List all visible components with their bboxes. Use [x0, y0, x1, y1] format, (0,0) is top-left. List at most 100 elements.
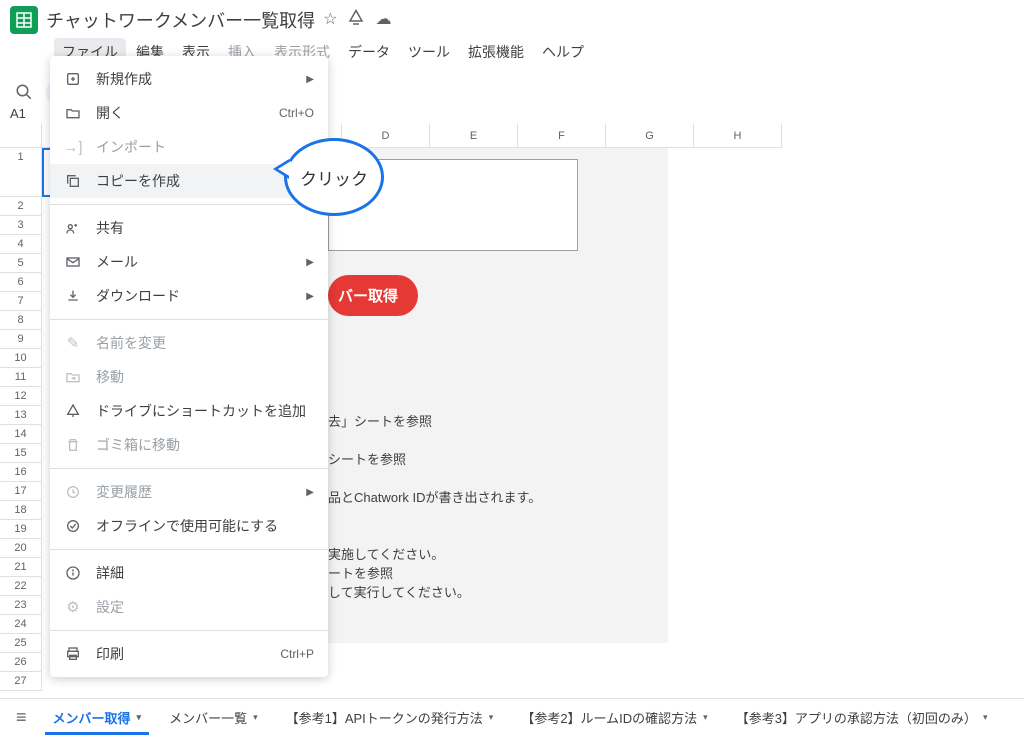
cloud-icon[interactable]: ☁ [375, 9, 391, 32]
column-header[interactable]: E [430, 124, 518, 148]
menu-item-ゴミ箱に移動: ゴミ箱に移動 [50, 428, 328, 462]
history-icon [64, 484, 82, 500]
row-header[interactable]: 26 [0, 653, 42, 672]
folder-icon [64, 105, 82, 121]
menu-item-ドライブにショートカットを追加[interactable]: ドライブにショートカットを追加 [50, 394, 328, 428]
tab-label: 【参考3】アプリの承認方法（初回のみ） [736, 708, 977, 727]
menu-item-ダウンロード[interactable]: ダウンロード ▶ [50, 279, 328, 313]
row-header[interactable]: 7 [0, 292, 42, 311]
chevron-down-icon[interactable]: ▾ [489, 712, 494, 723]
column-header[interactable]: H [694, 124, 782, 148]
menu-item-詳細[interactable]: 詳細 [50, 556, 328, 590]
menu-item-変更履歴: 変更履歴▶ [50, 475, 328, 509]
trash-icon [64, 437, 82, 453]
menu-item-label: インポート [96, 137, 314, 157]
sheet-tab[interactable]: 【参考3】アプリの承認方法（初回のみ） ▾ [722, 700, 1002, 735]
menu-item-label: オフラインで使用可能にする [96, 516, 314, 536]
row-header[interactable]: 21 [0, 558, 42, 577]
cell-text: シートを参照 [328, 449, 406, 468]
search-menus-icon[interactable] [10, 78, 38, 106]
share-icon [64, 220, 82, 236]
sheet-tab[interactable]: メンバー取得 ▾ [39, 700, 156, 735]
all-sheets-icon[interactable]: ≡ [8, 707, 35, 728]
chevron-down-icon[interactable]: ▾ [703, 712, 708, 723]
document-title[interactable]: チャットワークメンバー一覧取得 [46, 7, 315, 33]
star-icon[interactable]: ☆ [323, 9, 337, 32]
menu-item-label: ゴミ箱に移動 [96, 435, 314, 455]
menu-item-新規作成[interactable]: 新規作成▶ [50, 62, 328, 96]
sheet-tab-bar: ≡ メンバー取得▾メンバー一覧▾【参考1】APIトークンの発行方法▾【参考2】ル… [0, 698, 1024, 736]
menu-item-label: メール [96, 252, 292, 272]
submenu-arrow-icon: ▶ [306, 487, 314, 498]
row-header[interactable]: 9 [0, 330, 42, 349]
menu-item-共有[interactable]: 共有 [50, 211, 328, 245]
row-header[interactable]: 20 [0, 539, 42, 558]
menu-item-メール[interactable]: メール ▶ [50, 245, 328, 279]
row-header[interactable]: 27 [0, 672, 42, 691]
menu-separator [50, 468, 328, 469]
row-header[interactable]: 13 [0, 406, 42, 425]
row-header[interactable]: 25 [0, 634, 42, 653]
column-header[interactable]: G [606, 124, 694, 148]
row-header[interactable]: 23 [0, 596, 42, 615]
row-header[interactable]: 11 [0, 368, 42, 387]
click-callout: クリック [284, 138, 384, 216]
row-header[interactable]: 8 [0, 311, 42, 330]
row-header[interactable]: 2 [0, 197, 42, 216]
shortcut-label: Ctrl+O [279, 106, 314, 120]
submenu-arrow-icon: ▶ [306, 257, 314, 268]
cell-text: して実行してください。 [328, 582, 470, 601]
row-header[interactable]: 6 [0, 273, 42, 292]
row-header[interactable]: 14 [0, 425, 42, 444]
gear-icon: ⚙ [64, 598, 82, 616]
menu-item-オフラインで使用可能にする[interactable]: オフラインで使用可能にする [50, 509, 328, 543]
submenu-arrow-icon: ▶ [306, 291, 314, 302]
move-to-drive-icon[interactable] [347, 9, 365, 32]
menu-item-移動: 移動 [50, 360, 328, 394]
sheet-tab[interactable]: メンバー一覧▾ [155, 700, 272, 735]
chevron-down-icon[interactable]: ▾ [253, 712, 258, 723]
tab-label: メンバー取得 [53, 708, 131, 727]
column-header[interactable]: F [518, 124, 606, 148]
sheets-logo-icon [10, 6, 38, 34]
menu-item-label: 詳細 [96, 563, 314, 583]
copy-icon [64, 173, 82, 189]
menu-separator [50, 549, 328, 550]
row-header[interactable]: 15 [0, 444, 42, 463]
menu-ツール[interactable]: ツール [400, 38, 458, 66]
row-header[interactable]: 10 [0, 349, 42, 368]
row-header[interactable]: 22 [0, 577, 42, 596]
sheet-tab[interactable]: 【参考1】APIトークンの発行方法▾ [272, 700, 508, 735]
row-header[interactable]: 18 [0, 501, 42, 520]
row-header[interactable]: 5 [0, 254, 42, 273]
menu-拡張機能[interactable]: 拡張機能 [460, 38, 532, 66]
row-header[interactable]: 1 [0, 148, 42, 197]
menu-item-label: 名前を変更 [96, 333, 314, 353]
chevron-down-icon[interactable]: ▾ [137, 712, 142, 723]
row-header[interactable]: 17 [0, 482, 42, 501]
row-header[interactable]: 12 [0, 387, 42, 406]
menu-データ[interactable]: データ [340, 38, 398, 66]
menu-item-label: ダウンロード [96, 286, 292, 306]
row-header[interactable]: 16 [0, 463, 42, 482]
cell-text: 品とChatwork IDが書き出されます。 [328, 487, 541, 506]
sheet-tab[interactable]: 【参考2】ルームIDの確認方法 ▾ [507, 700, 721, 735]
tab-label: 【参考2】ルームIDの確認方法 [521, 708, 697, 727]
name-box[interactable]: A1 [10, 106, 26, 121]
row-header[interactable]: 19 [0, 520, 42, 539]
select-all-corner[interactable] [0, 124, 42, 148]
row-header[interactable]: 4 [0, 235, 42, 254]
rename-icon: ✎ [64, 334, 82, 352]
chevron-down-icon[interactable]: ▾ [983, 712, 988, 723]
menu-ヘルプ[interactable]: ヘルプ [534, 38, 592, 66]
menu-item-label: 設定 [96, 597, 314, 617]
row-header[interactable]: 3 [0, 216, 42, 235]
get-members-button[interactable]: バー取得 [328, 275, 418, 316]
menu-item-label: 共有 [96, 218, 314, 238]
menu-item-label: 開く [96, 103, 265, 123]
row-header[interactable]: 24 [0, 615, 42, 634]
shortcut-label: Ctrl+P [280, 647, 314, 661]
menu-item-印刷[interactable]: 印刷Ctrl+P [50, 637, 328, 671]
import-icon: →] [64, 139, 82, 156]
menu-item-開く[interactable]: 開く Ctrl+O [50, 96, 328, 130]
